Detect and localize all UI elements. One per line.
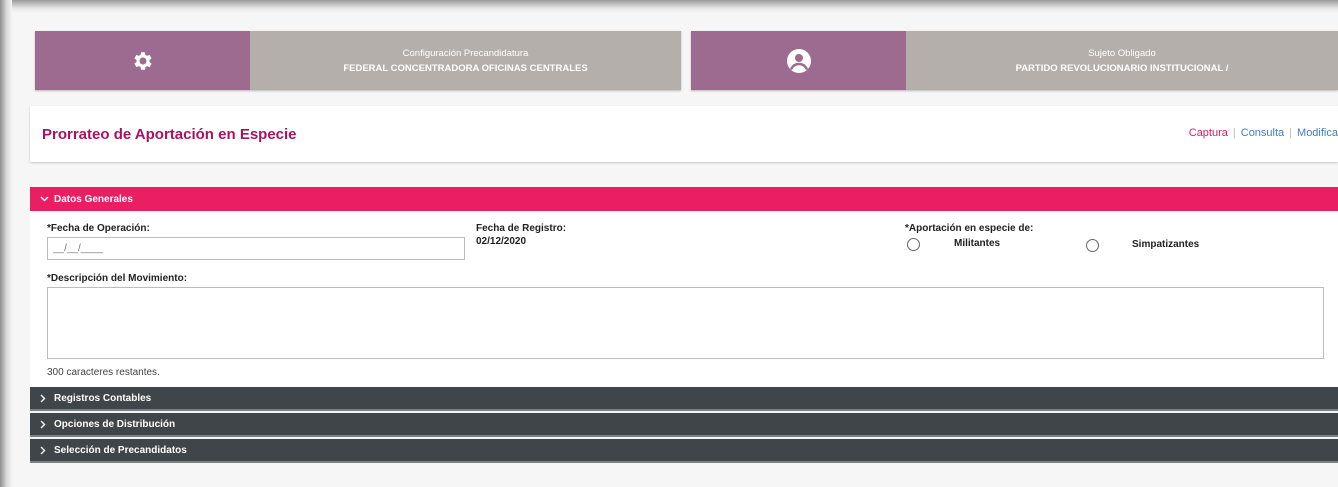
fecha-registro-value: 02/12/2020 — [476, 236, 527, 247]
opciones-distribucion-header[interactable]: Opciones de Distribución — [30, 413, 1338, 437]
aportacion-label: *Aportación en especie de: — [905, 223, 1034, 234]
subject-card: Sujeto Obligado PARTIDO REVOLUCIONARIO I… — [691, 31, 1338, 90]
config-card: Configuración Precandidatura FEDERAL CON… — [35, 31, 681, 90]
subject-card-icon-box — [691, 31, 906, 90]
consulta-link[interactable]: Consulta — [1241, 127, 1284, 139]
mode-links: Captura | Consulta | Modifica — [1189, 127, 1338, 139]
fecha-operacion-label: *Fecha de Operación: — [47, 223, 150, 234]
config-card-icon-box — [35, 31, 250, 90]
chevron-down-icon — [40, 196, 54, 202]
captura-link[interactable]: Captura — [1189, 127, 1228, 139]
datos-generales-label: Datos Generales — [54, 193, 133, 205]
registros-contables-header[interactable]: Registros Contables — [30, 387, 1338, 411]
seleccion-precandidatos-header[interactable]: Selección de Precandidatos — [30, 439, 1338, 463]
militantes-radio[interactable] — [907, 238, 920, 251]
user-circle-icon — [786, 48, 811, 73]
descripcion-textarea[interactable] — [47, 287, 1324, 359]
simpatizantes-label: Simpatizantes — [1132, 239, 1200, 250]
link-separator: | — [1232, 127, 1236, 139]
chevron-right-icon — [40, 446, 54, 455]
config-card-text: Configuración Precandidatura FEDERAL CON… — [250, 31, 681, 90]
page-title: Prorrateo de Aportación en Especie — [42, 126, 297, 143]
link-separator: | — [1289, 127, 1293, 139]
subject-card-subtitle: PARTIDO REVOLUCIONARIO INSTITUCIONAL / — [1015, 62, 1229, 74]
militantes-label: Militantes — [954, 238, 1001, 249]
chevron-right-icon — [40, 420, 54, 429]
fecha-operacion-input[interactable] — [47, 237, 465, 260]
fecha-registro-label: Fecha de Registro: — [476, 223, 567, 234]
window-frame-top — [0, 0, 1338, 14]
title-panel: Prorrateo de Aportación en Especie Captu… — [30, 106, 1338, 162]
config-card-subtitle: FEDERAL CONCENTRADORA OFICINAS CENTRALES — [343, 62, 588, 74]
subject-card-text: Sujeto Obligado PARTIDO REVOLUCIONARIO I… — [906, 31, 1338, 90]
subject-card-title: Sujeto Obligado — [1088, 47, 1156, 59]
registros-contables-label: Registros Contables — [54, 392, 152, 404]
chevron-right-icon — [40, 394, 54, 403]
datos-generales-header[interactable]: Datos Generales — [30, 187, 1338, 211]
window-frame-left — [0, 0, 12, 487]
seleccion-precandidatos-label: Selección de Precandidatos — [54, 444, 187, 456]
modifica-link[interactable]: Modifica — [1297, 127, 1338, 139]
opciones-distribucion-label: Opciones de Distribución — [54, 418, 176, 430]
app-container: Configuración Precandidatura FEDERAL CON… — [12, 14, 1338, 487]
descripcion-label: *Descripción del Movimiento: — [47, 273, 188, 284]
datos-generales-form: *Fecha de Operación: Fecha de Registro: … — [30, 211, 1338, 387]
char-counter: 300 caracteres restantes. — [47, 367, 160, 378]
gear-icon — [133, 51, 152, 70]
simpatizantes-radio[interactable] — [1086, 239, 1099, 252]
config-card-title: Configuración Precandidatura — [402, 47, 529, 59]
